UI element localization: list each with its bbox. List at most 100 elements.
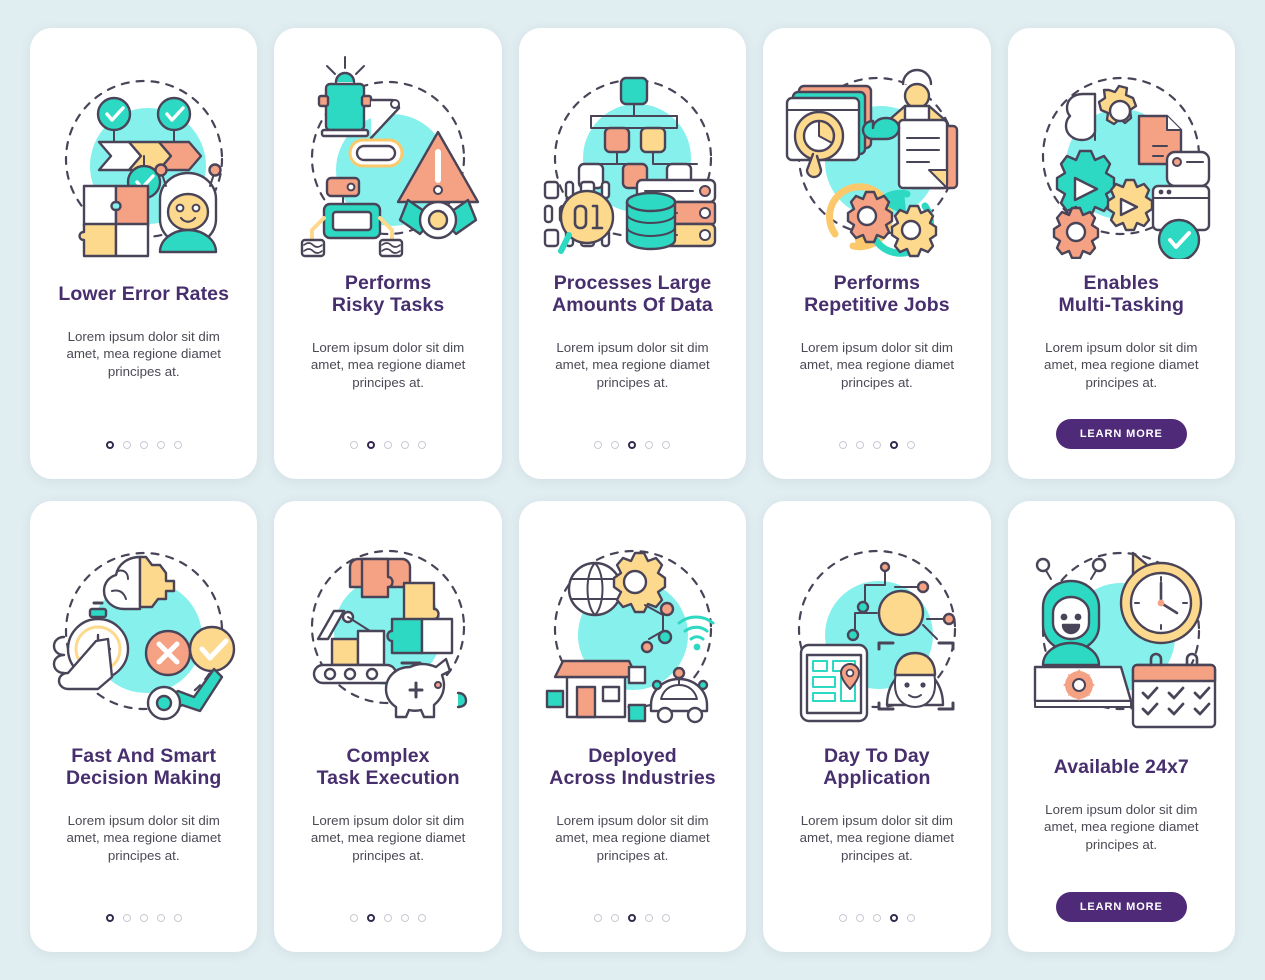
pagination-dot[interactable] bbox=[401, 441, 410, 449]
onboarding-card: Performs Repetitive Jobs Lorem ipsum dolo… bbox=[763, 28, 991, 479]
pagination-dot[interactable] bbox=[855, 914, 864, 922]
pagination-dot[interactable] bbox=[418, 914, 427, 922]
onboarding-card: Enables Multi-Tasking Lorem ipsum dolor s… bbox=[1007, 28, 1235, 479]
pagination-dot-active[interactable] bbox=[628, 914, 637, 922]
pagination-dot[interactable] bbox=[645, 441, 654, 449]
card-footer: LEARN MORE bbox=[1008, 892, 1235, 922]
pagination-dot[interactable] bbox=[350, 914, 359, 922]
card-title: Complex Task Execution bbox=[316, 745, 460, 789]
pagination-dot-active[interactable] bbox=[889, 914, 898, 922]
pagination-dot-active[interactable] bbox=[105, 914, 114, 922]
pagination-dot[interactable] bbox=[662, 441, 671, 449]
card-body-text: Lorem ipsum dolor sit dim amet, mea regi… bbox=[1044, 339, 1199, 390]
card-footer bbox=[274, 914, 501, 922]
brain-stopwatch-choice-icon bbox=[44, 519, 244, 732]
card-body-text: Lorem ipsum dolor sit dim amet, mea regi… bbox=[310, 339, 466, 390]
pagination-dots[interactable] bbox=[594, 914, 671, 922]
pagination-dot[interactable] bbox=[872, 914, 881, 922]
pagination-dot[interactable] bbox=[401, 914, 410, 922]
onboarding-card: Complex Task Execution Lorem ipsum dolor … bbox=[274, 501, 502, 952]
globe-shop-car-network-icon bbox=[533, 519, 733, 732]
onboarding-card: Day To Day Application Lorem ipsum dolor … bbox=[763, 501, 991, 952]
binary-database-network-icon bbox=[533, 46, 733, 259]
card-footer bbox=[763, 914, 990, 922]
pagination-dot[interactable] bbox=[418, 441, 427, 449]
pagination-dot[interactable] bbox=[384, 914, 393, 922]
pagination-dot-active[interactable] bbox=[889, 441, 898, 449]
pagination-dot[interactable] bbox=[350, 441, 359, 449]
pagination-dot[interactable] bbox=[645, 914, 654, 922]
card-footer bbox=[30, 914, 257, 922]
card-body-text: Lorem ipsum dolor sit dim amet, mea regi… bbox=[1044, 801, 1199, 852]
pagination-dot[interactable] bbox=[156, 914, 165, 922]
card-footer bbox=[274, 441, 501, 449]
pagination-dot[interactable] bbox=[906, 914, 915, 922]
pagination-dot[interactable] bbox=[122, 441, 131, 449]
pagination-dot[interactable] bbox=[594, 441, 603, 449]
checkmarks-arrows-puzzle-robot-icon bbox=[44, 46, 244, 259]
pagination-dot[interactable] bbox=[662, 914, 671, 922]
card-title: Enables Multi-Tasking bbox=[1058, 272, 1185, 316]
onboarding-card: Fast And Smart Decision Making Lorem ipsu… bbox=[30, 501, 258, 952]
robot-clock-calendar-icon bbox=[1021, 519, 1221, 732]
card-footer bbox=[519, 914, 746, 922]
pagination-dot-active[interactable] bbox=[105, 441, 114, 449]
pagination-dot[interactable] bbox=[906, 441, 915, 449]
card-body-text: Lorem ipsum dolor sit dim amet, mea regi… bbox=[66, 328, 221, 379]
pagination-dots[interactable] bbox=[350, 441, 427, 449]
card-body-text: Lorem ipsum dolor sit dim amet, mea regi… bbox=[66, 812, 221, 863]
card-body-text: Lorem ipsum dolor sit dim amet, mea regi… bbox=[799, 812, 955, 863]
pagination-dots[interactable] bbox=[838, 441, 915, 449]
pagination-dot[interactable] bbox=[156, 441, 165, 449]
pagination-dots[interactable] bbox=[594, 441, 671, 449]
pagination-dot[interactable] bbox=[173, 914, 182, 922]
card-title: Deployed Across Industries bbox=[549, 745, 716, 789]
card-footer bbox=[30, 441, 257, 449]
card-footer bbox=[763, 441, 990, 449]
onboarding-card: Lower Error Rates Lorem ipsum dolor sit d… bbox=[30, 28, 258, 479]
map-phone-faceid-icon bbox=[777, 519, 977, 732]
card-title: Available 24x7 bbox=[1053, 756, 1189, 778]
onboarding-screens-grid: Lower Error Rates Lorem ipsum dolor sit d… bbox=[0, 0, 1265, 980]
card-body-text: Lorem ipsum dolor sit dim amet, mea regi… bbox=[310, 812, 466, 863]
card-title: Day To Day Application bbox=[823, 745, 931, 789]
onboarding-card: Deployed Across Industries Lorem ipsum do… bbox=[518, 501, 747, 952]
learn-more-button[interactable]: LEARN MORE bbox=[1055, 419, 1187, 449]
conveyor-puzzle-piggybank-icon bbox=[288, 519, 488, 732]
learn-more-button[interactable]: LEARN MORE bbox=[1055, 892, 1187, 922]
card-title: Fast And Smart Decision Making bbox=[66, 745, 222, 789]
pagination-dot-active[interactable] bbox=[367, 441, 376, 449]
pagination-dots[interactable] bbox=[105, 914, 182, 922]
documents-gears-recycle-icon bbox=[777, 46, 977, 259]
card-body-text: Lorem ipsum dolor sit dim amet, mea regi… bbox=[555, 812, 710, 863]
card-footer bbox=[519, 441, 746, 449]
card-body-text: Lorem ipsum dolor sit dim amet, mea regi… bbox=[799, 339, 955, 390]
onboarding-card: Available 24x7 Lorem ipsum dolor sit dim … bbox=[1007, 501, 1235, 952]
pagination-dot[interactable] bbox=[384, 441, 393, 449]
pagination-dot[interactable] bbox=[122, 914, 131, 922]
pagination-dot[interactable] bbox=[611, 914, 620, 922]
pagination-dot[interactable] bbox=[838, 441, 847, 449]
card-body-text: Lorem ipsum dolor sit dim amet, mea regi… bbox=[555, 339, 710, 390]
pagination-dot[interactable] bbox=[855, 441, 864, 449]
pagination-dot[interactable] bbox=[611, 441, 620, 449]
pagination-dot[interactable] bbox=[173, 441, 182, 449]
pagination-dot-active[interactable] bbox=[628, 441, 637, 449]
pagination-dot[interactable] bbox=[139, 914, 148, 922]
card-title: Lower Error Rates bbox=[58, 283, 230, 305]
pagination-dot[interactable] bbox=[872, 441, 881, 449]
pagination-dot-active[interactable] bbox=[367, 914, 376, 922]
onboarding-card: Processes Large Amounts Of Data Lorem ips… bbox=[518, 28, 747, 479]
card-title: Performs Repetitive Jobs bbox=[804, 272, 950, 316]
onboarding-card: Performs Risky Tasks Lorem ipsum dolor si… bbox=[274, 28, 502, 479]
pagination-dot[interactable] bbox=[594, 914, 603, 922]
card-title: Processes Large Amounts Of Data bbox=[552, 272, 713, 316]
pagination-dot[interactable] bbox=[838, 914, 847, 922]
pagination-dot[interactable] bbox=[139, 441, 148, 449]
brain-gears-multitask-icon bbox=[1021, 46, 1221, 259]
card-title: Performs Risky Tasks bbox=[331, 272, 445, 316]
pagination-dots[interactable] bbox=[350, 914, 427, 922]
card-footer: LEARN MORE bbox=[1008, 419, 1235, 449]
pagination-dots[interactable] bbox=[838, 914, 915, 922]
pagination-dots[interactable] bbox=[105, 441, 182, 449]
